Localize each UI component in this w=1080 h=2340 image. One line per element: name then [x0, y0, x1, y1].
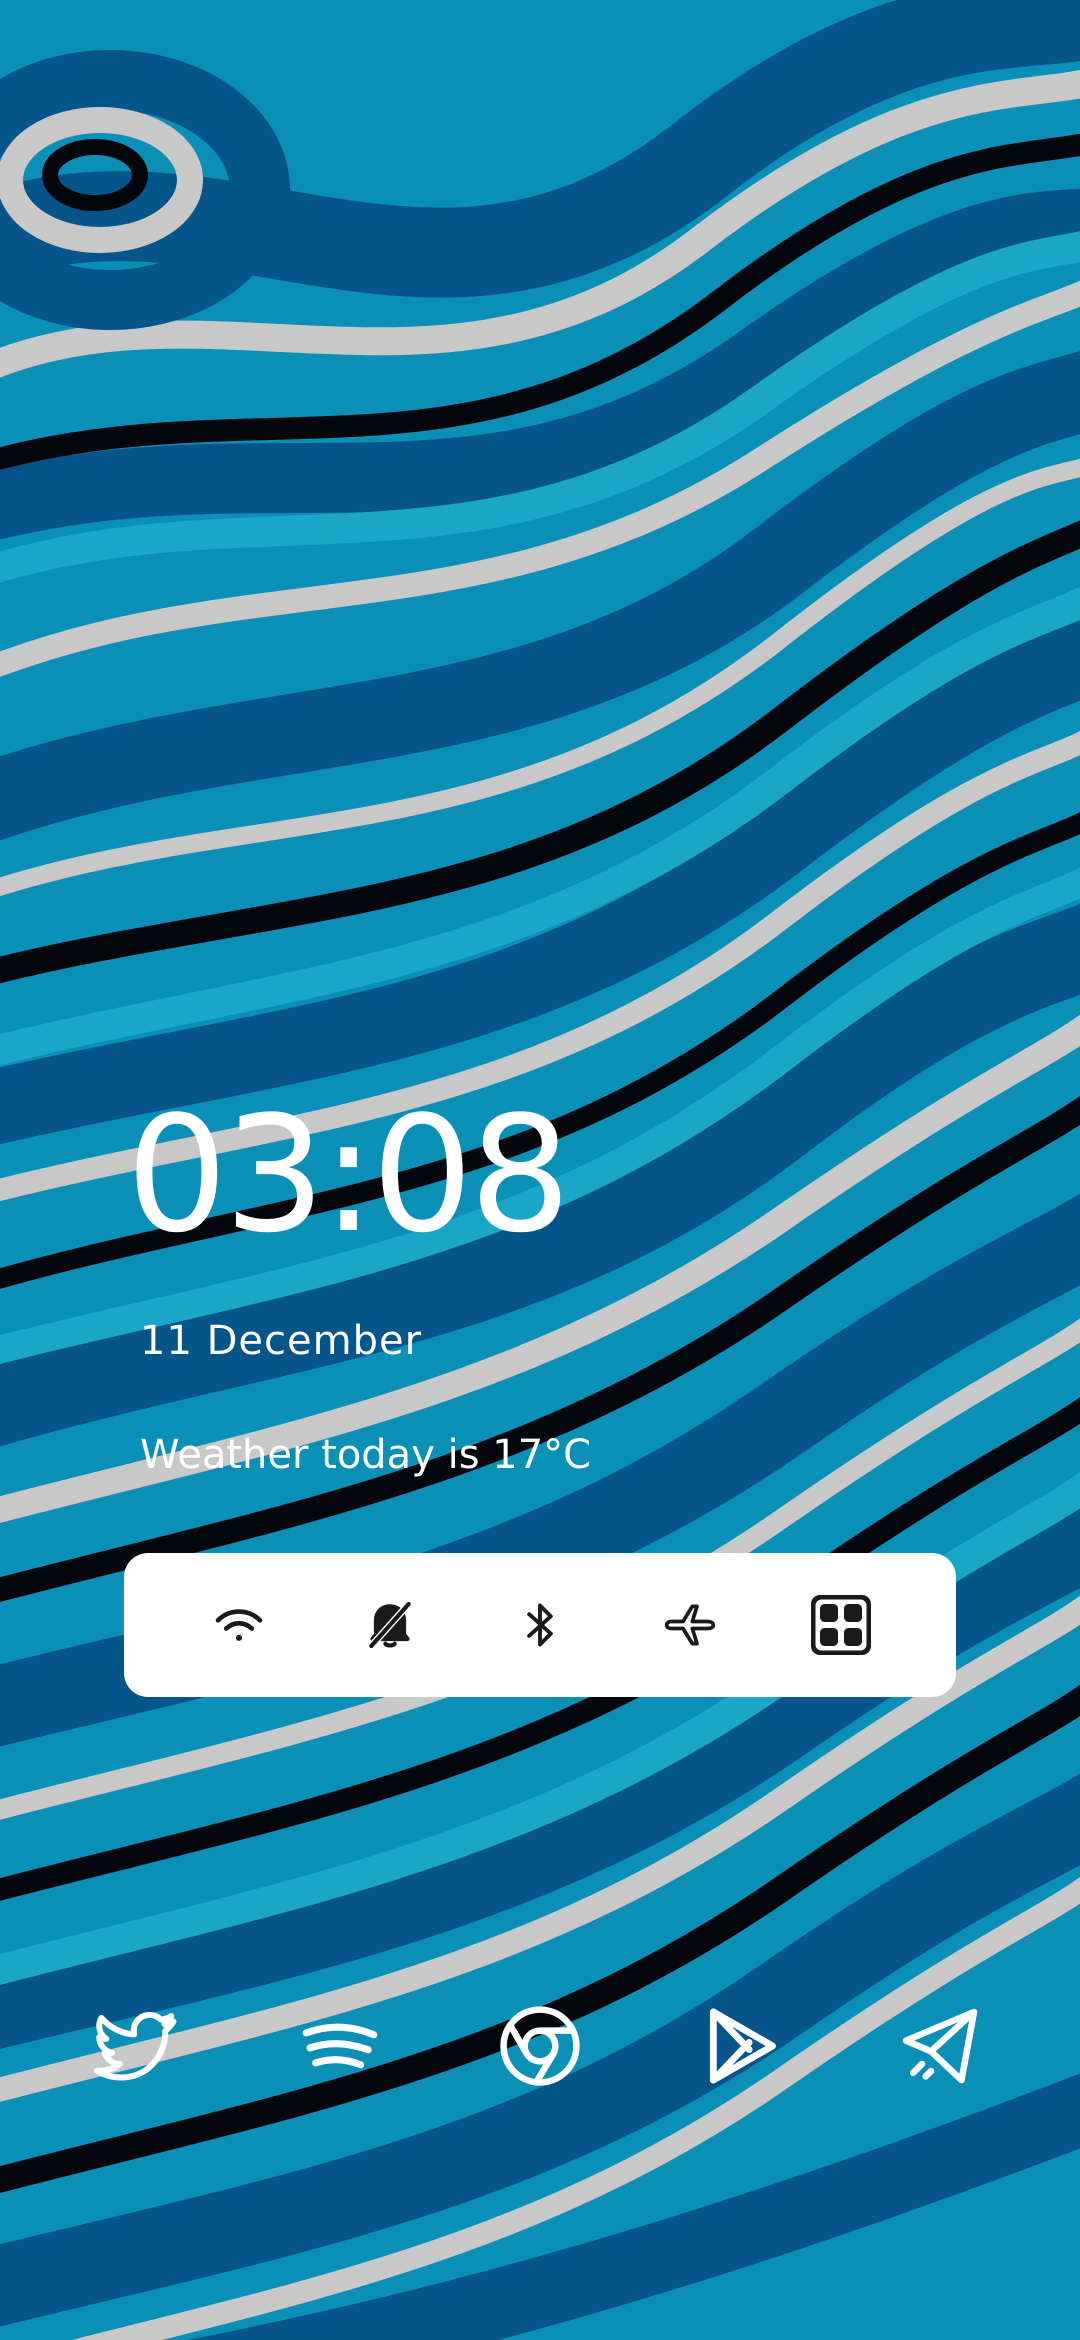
wifi-toggle[interactable] [199, 1585, 279, 1665]
weather-text: Weather today is 17°C [140, 1432, 592, 1478]
wifi-icon [215, 1609, 263, 1641]
chrome-icon [500, 2006, 580, 2086]
twitter-icon [94, 2011, 177, 2081]
do-not-disturb-toggle[interactable] [350, 1585, 430, 1665]
chrome-app[interactable] [490, 1996, 590, 2096]
airplane-mode-toggle[interactable] [650, 1585, 730, 1665]
telegram-icon [902, 2008, 978, 2084]
app-dock [0, 1996, 1080, 2096]
bluetooth-toggle[interactable] [500, 1585, 580, 1665]
airplane-icon [665, 1604, 716, 1646]
quick-toggle-bar [124, 1553, 956, 1697]
play-store-app[interactable] [692, 1996, 792, 2096]
spotify-icon [302, 2023, 378, 2069]
app-drawer-button[interactable] [801, 1585, 881, 1665]
telegram-app[interactable] [890, 1996, 990, 2096]
app-grid-icon [810, 1595, 871, 1655]
play-store-icon [709, 2008, 776, 2084]
lockscreen-clock: 03:08 [126, 1081, 571, 1268]
twitter-app[interactable] [86, 1996, 186, 2096]
spotify-app[interactable] [290, 1996, 390, 2096]
lockscreen-date: 11 December [140, 1318, 423, 1364]
bluetooth-icon [527, 1603, 553, 1647]
bell-off-icon [367, 1600, 412, 1650]
